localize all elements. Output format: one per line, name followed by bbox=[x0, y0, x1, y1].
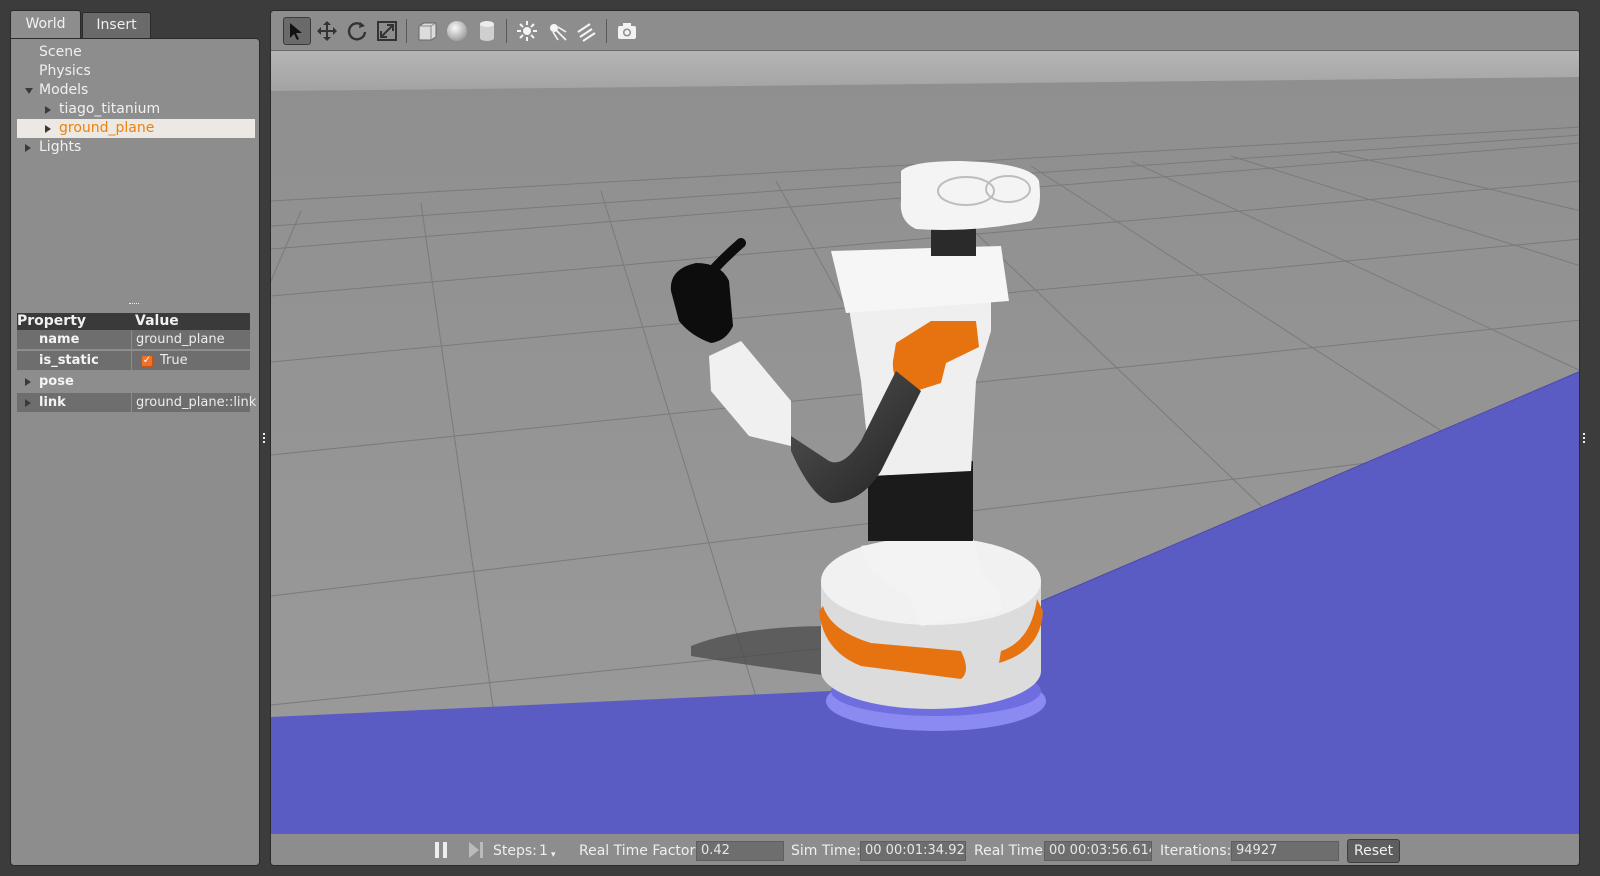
expand-right-icon[interactable] bbox=[25, 378, 31, 386]
robot-neck bbox=[931, 226, 976, 256]
sphere-icon[interactable] bbox=[443, 17, 471, 45]
property-table-header: Property Value bbox=[17, 313, 250, 330]
expand-down-icon[interactable] bbox=[25, 88, 33, 94]
point-light-icon[interactable] bbox=[513, 17, 541, 45]
property-row-link[interactable]: link ground_plane::link bbox=[17, 393, 256, 413]
toolbar-separator bbox=[606, 19, 607, 43]
pause-icon[interactable] bbox=[433, 840, 449, 865]
property-row-pose[interactable]: pose bbox=[17, 372, 250, 392]
box-icon[interactable] bbox=[413, 17, 441, 45]
real-time-field: 00 00:03:56.614 bbox=[1044, 841, 1152, 861]
tree-item-models[interactable]: Models bbox=[11, 81, 259, 100]
column-divider bbox=[131, 351, 132, 371]
spot-light-icon[interactable] bbox=[543, 17, 571, 45]
property-key: pose bbox=[39, 374, 74, 389]
select-mode-icon[interactable] bbox=[283, 17, 311, 45]
is-static-checkbox[interactable]: ✓ bbox=[141, 355, 153, 367]
left-panel: World Insert Scene Physics Models tiago_… bbox=[10, 10, 260, 866]
rotate-mode-icon[interactable] bbox=[343, 17, 371, 45]
left-tabs: World Insert bbox=[10, 10, 260, 38]
property-key: name bbox=[39, 332, 80, 347]
tree-item-scene[interactable]: Scene bbox=[11, 43, 259, 62]
translate-mode-icon[interactable] bbox=[313, 17, 341, 45]
tree-item-label: Lights bbox=[39, 139, 82, 155]
real-time-label: Real Time: bbox=[974, 843, 1048, 859]
expand-right-icon[interactable] bbox=[25, 399, 31, 407]
tree-item-label: Physics bbox=[39, 63, 91, 79]
rtf-label: Real Time Factor: bbox=[579, 843, 700, 859]
tree-item-lights[interactable]: Lights bbox=[11, 138, 259, 157]
property-value: True bbox=[160, 353, 188, 368]
tree-item-tiago-titanium[interactable]: tiago_titanium bbox=[11, 100, 259, 119]
property-row-is-static[interactable]: is_static ✓ True bbox=[17, 351, 250, 371]
column-divider bbox=[131, 393, 132, 413]
screenshot-icon[interactable] bbox=[613, 17, 641, 45]
render-panel: Steps: 1 ▾ Real Time Factor: 0.42 Sim Ti… bbox=[270, 10, 1580, 866]
property-value: ground_plane bbox=[136, 332, 225, 347]
tree-item-ground-plane[interactable]: ground_plane bbox=[17, 119, 255, 138]
robot-head bbox=[900, 161, 1040, 230]
robot-shoulders bbox=[831, 246, 1009, 313]
expand-right-icon[interactable] bbox=[45, 106, 51, 114]
iterations-label: Iterations: bbox=[1160, 843, 1232, 859]
3d-viewport[interactable] bbox=[271, 51, 1579, 833]
right-splitter-grip[interactable] bbox=[1583, 433, 1587, 443]
scene-render bbox=[271, 51, 1579, 833]
gazebo-window: World Insert Scene Physics Models tiago_… bbox=[0, 0, 1600, 876]
step-icon[interactable] bbox=[467, 840, 485, 865]
sim-time-field: 00 00:01:34.927 bbox=[860, 841, 966, 861]
property-key: link bbox=[39, 395, 66, 410]
steps-value[interactable]: 1 bbox=[539, 842, 548, 860]
property-row-name[interactable]: name ground_plane bbox=[17, 330, 250, 350]
scale-mode-icon[interactable] bbox=[373, 17, 401, 45]
status-bar: Steps: 1 ▾ Real Time Factor: 0.42 Sim Ti… bbox=[271, 833, 1579, 865]
property-key: is_static bbox=[39, 353, 99, 368]
toolbar-separator bbox=[506, 19, 507, 43]
cylinder-icon[interactable] bbox=[473, 17, 501, 45]
value-column-header: Value bbox=[135, 313, 179, 329]
rtf-field: 0.42 bbox=[696, 841, 784, 861]
toolbar-separator bbox=[406, 19, 407, 43]
world-panel: Scene Physics Models tiago_titanium grou… bbox=[10, 38, 260, 866]
tree-item-physics[interactable]: Physics bbox=[11, 62, 259, 81]
property-value: ground_plane::link bbox=[136, 395, 257, 410]
expand-right-icon[interactable] bbox=[45, 125, 51, 133]
panel-splitter-handle[interactable] bbox=[129, 303, 139, 307]
tree-item-label: Scene bbox=[39, 44, 82, 60]
steps-label: Steps: bbox=[493, 843, 537, 859]
reset-button[interactable]: Reset bbox=[1347, 839, 1401, 863]
left-splitter-grip[interactable] bbox=[263, 433, 267, 443]
tab-insert[interactable]: Insert bbox=[82, 12, 151, 38]
steps-dropdown-icon[interactable]: ▾ bbox=[551, 846, 556, 864]
tree-item-label: ground_plane bbox=[59, 120, 155, 136]
world-tree: Scene Physics Models tiago_titanium grou… bbox=[11, 43, 259, 157]
tab-world[interactable]: World bbox=[10, 10, 81, 38]
tree-item-label: Models bbox=[39, 82, 89, 98]
tree-item-label: tiago_titanium bbox=[59, 101, 161, 117]
property-column-header: Property bbox=[17, 313, 87, 329]
iterations-field: 94927 bbox=[1231, 841, 1339, 861]
sim-time-label: Sim Time: bbox=[791, 843, 861, 859]
column-divider bbox=[131, 330, 132, 350]
expand-right-icon[interactable] bbox=[25, 144, 31, 152]
toolbar bbox=[271, 11, 1579, 51]
directional-light-icon[interactable] bbox=[573, 17, 601, 45]
